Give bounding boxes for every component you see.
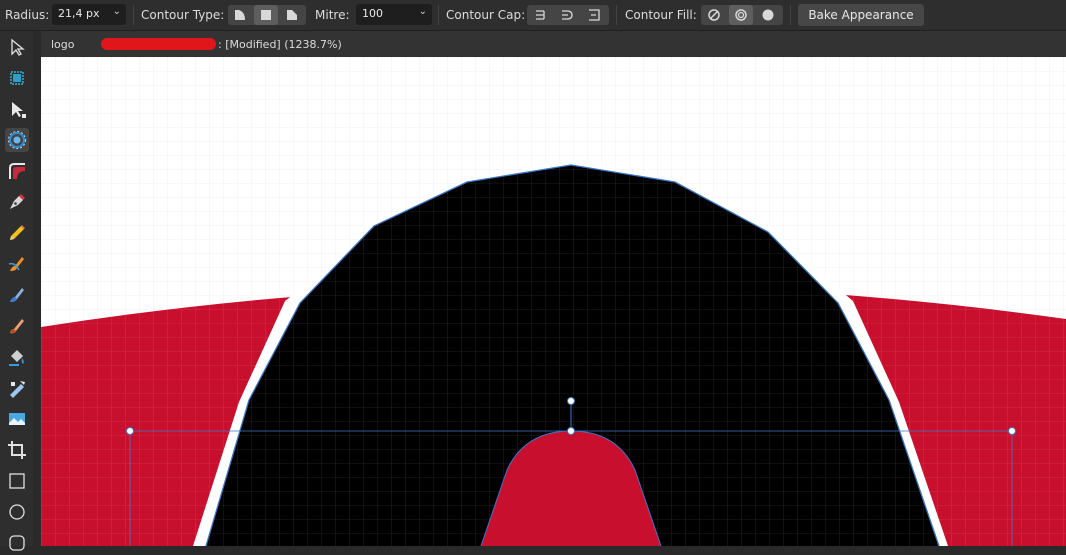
paint-bucket-icon xyxy=(9,350,24,366)
contour-tool[interactable] xyxy=(5,128,29,152)
toolbar-divider xyxy=(438,5,439,25)
mitre-label: Mitre: xyxy=(315,8,350,22)
place-image-tool[interactable] xyxy=(5,407,29,431)
square-join-icon xyxy=(261,10,271,20)
design-canvas[interactable] xyxy=(41,57,1066,546)
contour-cap-round-button[interactable] xyxy=(555,5,579,25)
contour-fill-solid-button[interactable] xyxy=(756,5,780,25)
radius-label: Radius: xyxy=(5,8,50,22)
radius-combo[interactable]: 21,4 px ⌄ xyxy=(52,4,126,25)
round-join-icon xyxy=(235,10,245,20)
contour-fill-group xyxy=(701,5,783,25)
rounded-rectangle-icon xyxy=(9,535,25,551)
contour-fill-label: Contour Fill: xyxy=(625,8,697,22)
arrow-icon xyxy=(11,38,25,56)
bbox-handle-right[interactable] xyxy=(1008,427,1016,435)
document-name: logo xyxy=(51,38,75,51)
vector-brush-icon xyxy=(8,257,24,271)
corner-tool[interactable] xyxy=(5,159,29,183)
toolbar-divider xyxy=(133,5,134,25)
paint-brush-tool[interactable] xyxy=(5,314,29,338)
rectangle-tool[interactable] xyxy=(5,469,29,493)
solid-fill-icon xyxy=(762,9,774,21)
paint-brush-icon xyxy=(10,319,24,334)
bake-appearance-button[interactable]: Bake Appearance xyxy=(798,4,924,26)
transparency-tool[interactable] xyxy=(5,376,29,400)
vector-brush-tool[interactable] xyxy=(5,252,29,276)
crop-tool[interactable] xyxy=(5,438,29,462)
document-status: : [Modified] (1238.7%) xyxy=(218,38,342,51)
contour-cap-square-button[interactable] xyxy=(582,5,606,25)
pen-tool[interactable] xyxy=(5,190,29,214)
ellipse-icon xyxy=(9,504,25,520)
toolbar-divider xyxy=(616,5,617,25)
context-toolbar: Radius: 21,4 px ⌄ Contour Type: Mitre: 1… xyxy=(0,0,1066,31)
pen-nib-icon xyxy=(10,194,25,209)
contour-type-bevel-button[interactable] xyxy=(254,5,278,25)
rotation-handle[interactable] xyxy=(567,397,575,405)
node-arrow-icon xyxy=(12,102,26,118)
contour-type-mitre-button[interactable] xyxy=(280,5,304,25)
mitre-value: 100 xyxy=(362,7,383,20)
artboard-tool[interactable] xyxy=(5,66,29,90)
node-tool[interactable] xyxy=(5,97,29,121)
ellipse-tool[interactable] xyxy=(5,500,29,524)
contour-cap-group xyxy=(527,5,609,25)
contour-cap-label: Contour Cap: xyxy=(446,8,526,22)
contour-fill-none-button[interactable] xyxy=(702,5,726,25)
tools-panel xyxy=(0,31,33,551)
toolbar-divider xyxy=(790,5,791,25)
contour-type-round-button[interactable] xyxy=(228,5,252,25)
bbox-handle-left[interactable] xyxy=(126,427,134,435)
contour-type-group xyxy=(228,5,306,25)
transparency-icon xyxy=(10,381,25,398)
document-tab[interactable]: logo : [Modified] (1238.7%) xyxy=(41,31,1066,57)
crop-icon xyxy=(8,441,26,459)
ring-fill-icon xyxy=(735,9,747,21)
image-icon xyxy=(9,413,25,425)
vector-flood-fill-tool[interactable] xyxy=(5,345,29,369)
butt-cap-icon xyxy=(536,10,545,20)
pencil-tool[interactable] xyxy=(5,221,29,245)
pencil-icon xyxy=(10,225,25,240)
chevron-down-icon: ⌄ xyxy=(112,6,121,17)
fill-tool[interactable] xyxy=(5,283,29,307)
chevron-down-icon: ⌄ xyxy=(418,6,427,17)
contour-handle-top[interactable] xyxy=(567,427,575,435)
redaction-mark xyxy=(101,38,216,50)
fill-brush-icon xyxy=(10,288,24,302)
artboard-icon xyxy=(10,71,24,85)
mitre-combo[interactable]: 100 ⌄ xyxy=(356,4,432,25)
no-fill-icon xyxy=(708,9,720,21)
contour-fill-ring-button[interactable] xyxy=(729,5,753,25)
rectangle-icon xyxy=(9,473,25,489)
rounded-rectangle-tool[interactable] xyxy=(5,531,29,555)
contour-cap-butt-button[interactable] xyxy=(528,5,552,25)
contour-type-label: Contour Type: xyxy=(141,8,225,22)
round-cap-icon xyxy=(562,10,573,20)
corner-icon xyxy=(9,163,25,179)
square-cap-icon xyxy=(589,9,600,21)
radius-value: 21,4 px xyxy=(58,7,100,20)
move-tool[interactable] xyxy=(5,35,29,59)
bevel-join-icon xyxy=(287,10,297,20)
contour-icon xyxy=(8,131,26,149)
canvas-artwork xyxy=(41,57,1066,546)
